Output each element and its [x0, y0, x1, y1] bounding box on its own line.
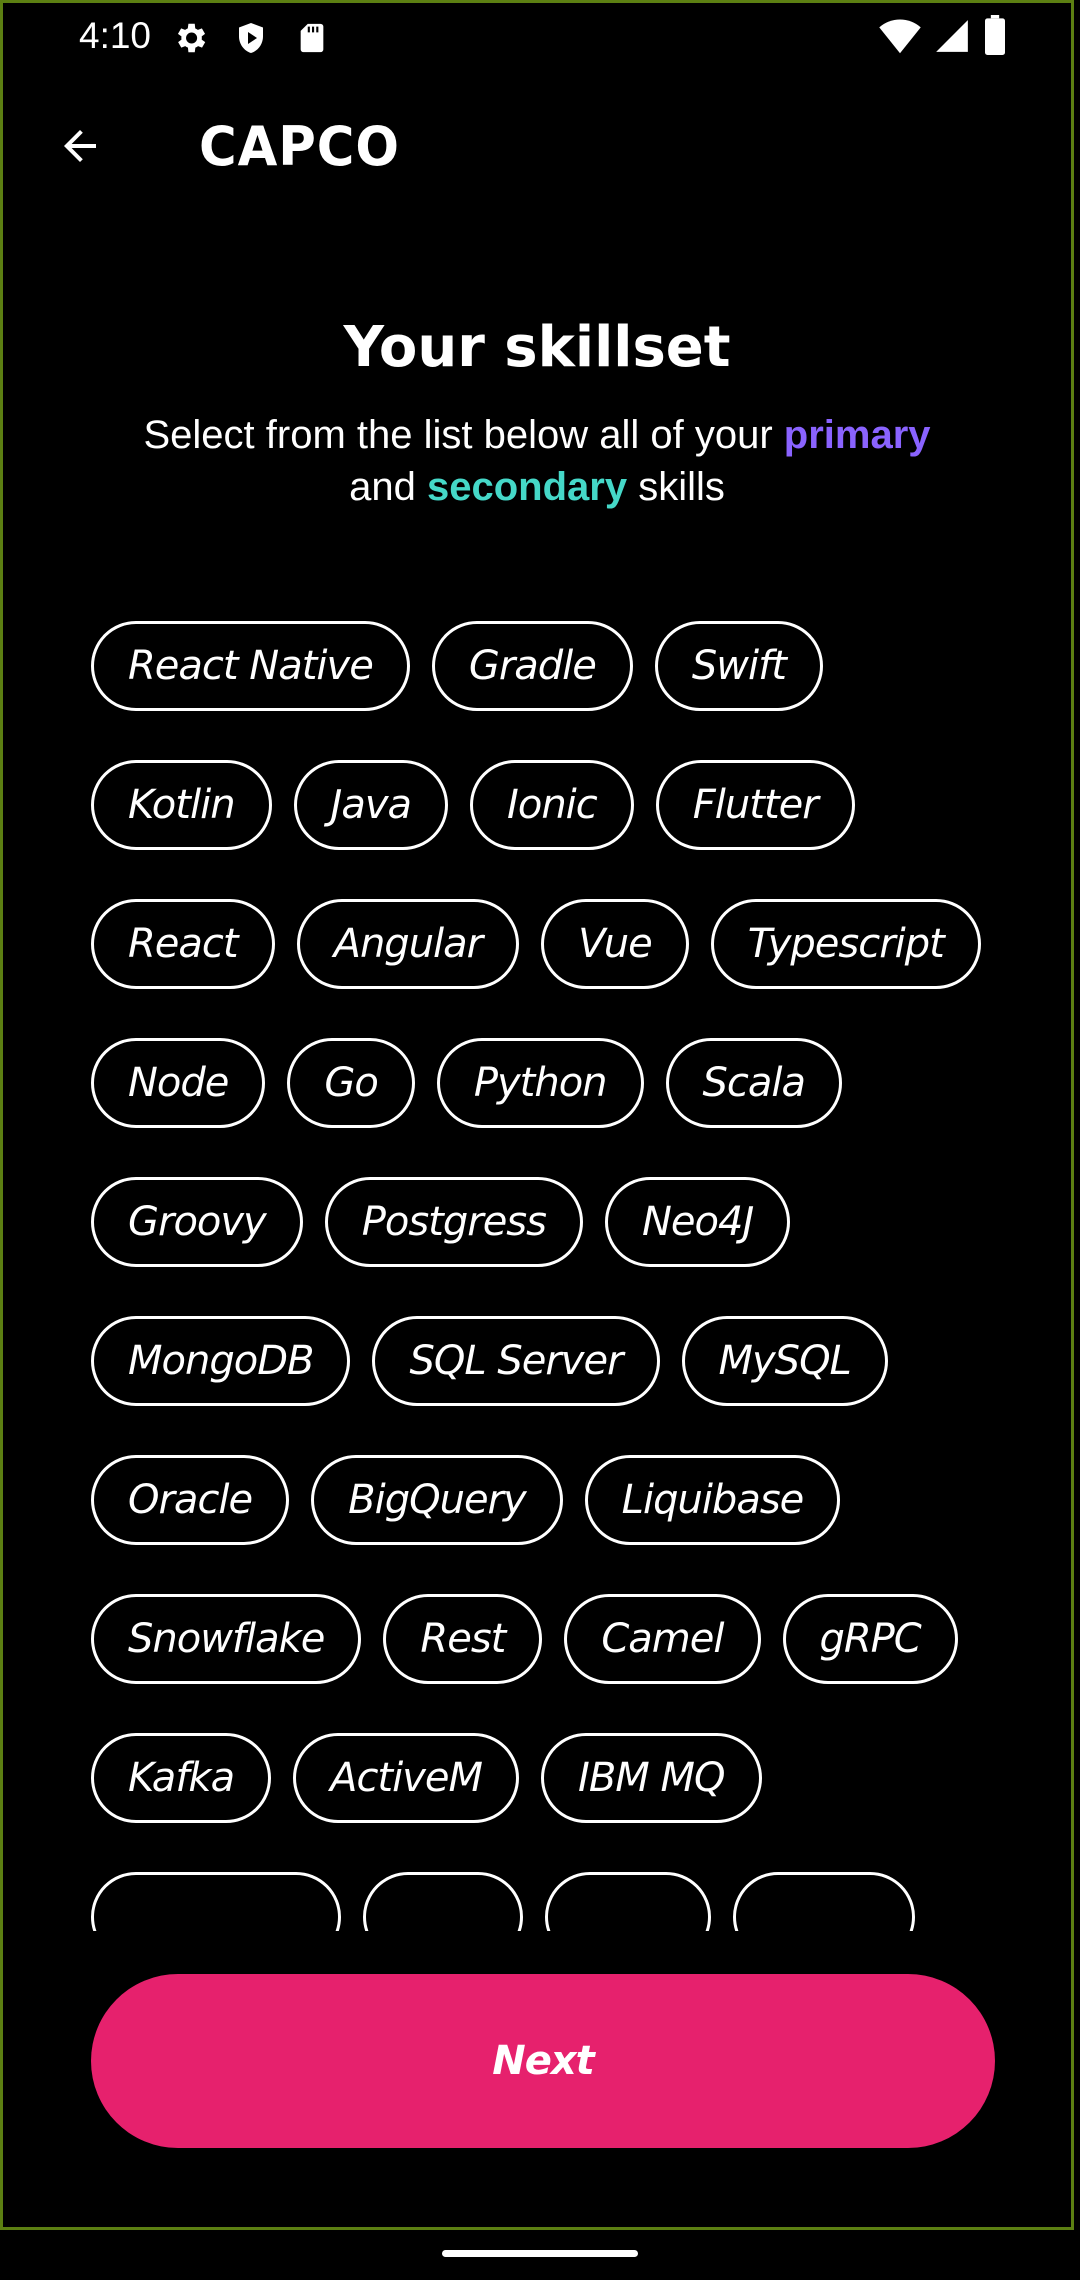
status-bar: 4:10: [3, 3, 1071, 73]
skill-chip[interactable]: Kafka: [91, 1733, 272, 1823]
skill-chip[interactable]: Oracle: [91, 1455, 290, 1545]
primary-highlight: primary: [783, 413, 931, 457]
skill-chip[interactable]: Groovy: [91, 1177, 303, 1267]
sd-card-icon: [295, 19, 329, 62]
skill-chip[interactable]: BigQuery: [311, 1455, 563, 1545]
skill-chip[interactable]: Scala: [665, 1038, 843, 1128]
skill-chip[interactable]: Node: [91, 1038, 266, 1128]
next-button[interactable]: Next: [91, 1974, 995, 2148]
shield-play-icon: [233, 19, 269, 62]
page-subtitle: Select from the list below all of your p…: [83, 409, 991, 513]
skill-chip[interactable]: MySQL: [681, 1316, 888, 1406]
settings-icon: [171, 19, 209, 62]
skill-chip[interactable]: Typescript: [710, 899, 981, 989]
skill-chip[interactable]: Liquibase: [584, 1455, 841, 1545]
skill-chip[interactable]: Snowflake: [91, 1594, 362, 1684]
app-frame: 4:10 CAPCO Your skillset Select from the…: [0, 0, 1074, 2230]
battery-icon: [983, 15, 1007, 60]
skill-chip[interactable]: Angular: [296, 899, 520, 989]
skill-chip[interactable]: IBM MQ: [541, 1733, 762, 1823]
skill-chip[interactable]: Kotlin: [91, 760, 272, 850]
status-time: 4:10: [79, 15, 152, 56]
capco-logo: CAPCO: [199, 115, 400, 178]
skill-chip[interactable]: MongoDB: [91, 1316, 351, 1406]
skill-chip[interactable]: Ionic: [470, 760, 634, 850]
skill-chip-partial[interactable]: [363, 1872, 523, 1931]
skill-chip[interactable]: ActiveM: [293, 1733, 520, 1823]
skill-chip[interactable]: Vue: [541, 899, 689, 989]
subtitle-text-2: and: [349, 465, 427, 509]
home-gesture-handle[interactable]: [442, 2250, 638, 2257]
skill-chip-partial[interactable]: [545, 1872, 711, 1931]
wifi-icon: [879, 17, 921, 60]
skills-chip-group: React Native Gradle Swift Kotlin Java Ionic Fl…: [91, 621, 1001, 1931]
skill-chip-partial[interactable]: [733, 1872, 915, 1931]
skill-chip[interactable]: Gradle: [431, 621, 633, 711]
skill-chip[interactable]: React Native: [91, 621, 410, 711]
subtitle-text-1: Select from the list below all of your: [143, 413, 784, 457]
skill-chip[interactable]: Python: [436, 1038, 644, 1128]
skill-chip[interactable]: Neo4J: [604, 1177, 791, 1267]
skill-chip[interactable]: Rest: [383, 1594, 543, 1684]
skill-chip[interactable]: SQL Server: [372, 1316, 660, 1406]
back-button[interactable]: [47, 113, 113, 179]
skill-chip[interactable]: Go: [287, 1038, 415, 1128]
subtitle-text-3: skills: [627, 465, 725, 509]
skill-chip[interactable]: Flutter: [655, 760, 855, 850]
skill-chip[interactable]: Java: [293, 760, 449, 850]
skill-chip[interactable]: Camel: [564, 1594, 761, 1684]
arrow-back-icon: [64, 130, 96, 162]
skills-list[interactable]: React Native Gradle Swift Kotlin Java Ionic Fl…: [3, 603, 1071, 1931]
secondary-highlight: secondary: [426, 465, 628, 509]
skill-chip-partial[interactable]: [91, 1872, 341, 1931]
page-title: Your skillset: [343, 315, 731, 380]
skill-chip[interactable]: gRPC: [782, 1594, 958, 1684]
skill-chip[interactable]: React: [91, 899, 275, 989]
skill-chip[interactable]: Postgress: [324, 1177, 583, 1267]
signal-icon: [933, 17, 971, 60]
skill-chip[interactable]: Swift: [654, 621, 823, 711]
